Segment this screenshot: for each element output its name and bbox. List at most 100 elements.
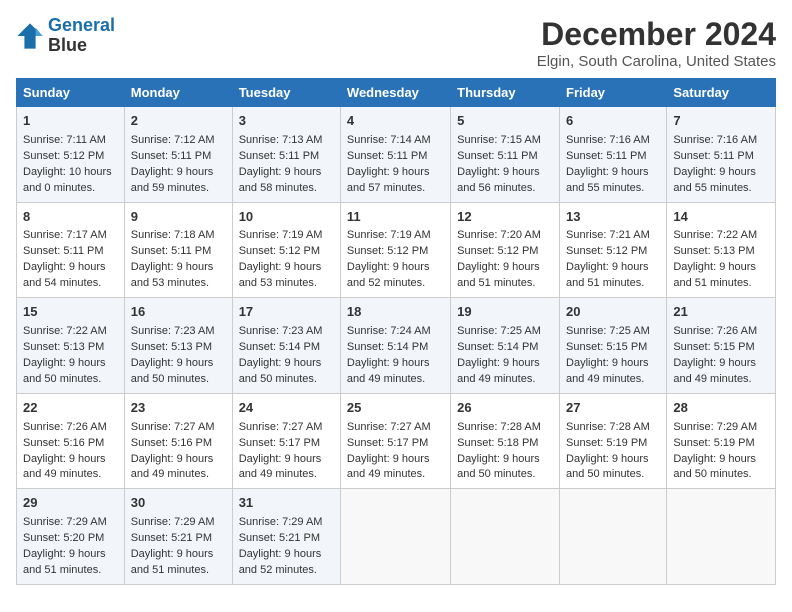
calendar-cell: 31Sunrise: 7:29 AMSunset: 5:21 PMDayligh… (232, 489, 340, 585)
calendar-cell: 28Sunrise: 7:29 AMSunset: 5:19 PMDayligh… (667, 393, 776, 489)
calendar-subtitle: Elgin, South Carolina, United States (537, 53, 776, 70)
calendar-cell: 3Sunrise: 7:13 AMSunset: 5:11 PMDaylight… (232, 107, 340, 203)
sunset-text: Sunset: 5:12 PM (347, 245, 428, 257)
header: General Blue December 2024 Elgin, South … (16, 16, 776, 70)
day-number: 4 (347, 112, 444, 131)
sunset-text: Sunset: 5:16 PM (131, 437, 212, 449)
daylight-text: Daylight: 9 hours and 59 minutes. (131, 166, 214, 194)
calendar-cell: 2 Sunrise: 7:12 AM Sunset: 5:11 PM Daylight… (124, 107, 232, 203)
sunrise-text: Sunrise: 7:29 AM (23, 516, 107, 528)
day-number: 16 (131, 303, 226, 322)
sunset-text: Sunset: 5:17 PM (347, 437, 428, 449)
day-header-saturday: Saturday (667, 79, 776, 107)
calendar-title: December 2024 (537, 16, 776, 53)
daylight-text: Daylight: 9 hours and 56 minutes. (457, 166, 540, 194)
week-row-1: 1 Sunrise: 7:11 AM Sunset: 5:12 PM Daylight… (17, 107, 776, 203)
calendar-cell: 27 Sunrise: 7:28 AM Sunset: 5:19 PM Dayligh… (560, 393, 667, 489)
day-number: 22 (23, 399, 118, 418)
sunset-text: Sunset: 5:12 PM (23, 150, 104, 162)
sunrise-text: Sunrise: 7:16 AM (566, 134, 650, 146)
sunrise-text: Sunrise: 7:14 AM (347, 134, 431, 146)
calendar-cell: 6Sunrise: 7:16 AMSunset: 5:11 PMDaylight… (560, 107, 667, 203)
sunset-text: Sunset: 5:21 PM (239, 532, 320, 544)
calendar-cell: 4Sunrise: 7:14 AMSunset: 5:11 PMDaylight… (340, 107, 450, 203)
sunrise-text: Sunrise: 7:11 AM (23, 134, 106, 146)
sunrise-text: Sunrise: 7:27 AM (347, 421, 431, 433)
calendar-cell: 9Sunrise: 7:18 AMSunset: 5:11 PMDaylight… (124, 202, 232, 298)
sunset-text: Sunset: 5:15 PM (673, 341, 754, 353)
day-number: 26 (457, 399, 553, 418)
sunset-text: Sunset: 5:15 PM (566, 341, 647, 353)
daylight-text: Daylight: 9 hours and 57 minutes. (347, 166, 430, 194)
daylight-text: Daylight: 9 hours and 50 minutes. (566, 453, 649, 481)
logo-icon (16, 22, 44, 50)
sunrise-text: Sunrise: 7:23 AM (131, 325, 215, 337)
calendar-cell: 23Sunrise: 7:27 AMSunset: 5:16 PMDayligh… (124, 393, 232, 489)
calendar-cell (340, 489, 450, 585)
daylight-text: Daylight: 9 hours and 51 minutes. (566, 261, 649, 289)
calendar-cell: 19Sunrise: 7:25 AMSunset: 5:14 PMDayligh… (451, 298, 560, 394)
calendar-cell: 10Sunrise: 7:19 AMSunset: 5:12 PMDayligh… (232, 202, 340, 298)
calendar-cell: 15Sunrise: 7:22 AMSunset: 5:13 PMDayligh… (17, 298, 125, 394)
day-number: 8 (23, 208, 118, 227)
day-number: 19 (457, 303, 553, 322)
day-number: 1 (23, 112, 118, 131)
day-number: 20 (566, 303, 660, 322)
sunset-text: Sunset: 5:11 PM (131, 150, 212, 162)
day-number: 27 (566, 399, 660, 418)
day-number: 12 (457, 208, 553, 227)
sunset-text: Sunset: 5:12 PM (566, 245, 647, 257)
sunrise-text: Sunrise: 7:26 AM (23, 421, 107, 433)
daylight-text: Daylight: 9 hours and 53 minutes. (239, 261, 322, 289)
day-number: 29 (23, 494, 118, 513)
sunrise-text: Sunrise: 7:28 AM (566, 421, 650, 433)
day-number: 21 (673, 303, 769, 322)
calendar-cell: 11Sunrise: 7:19 AMSunset: 5:12 PMDayligh… (340, 202, 450, 298)
day-number: 28 (673, 399, 769, 418)
calendar-cell: 5Sunrise: 7:15 AMSunset: 5:11 PMDaylight… (451, 107, 560, 203)
day-number: 2 (131, 112, 226, 131)
sunset-text: Sunset: 5:11 PM (457, 150, 538, 162)
calendar-cell: 16Sunrise: 7:23 AMSunset: 5:13 PMDayligh… (124, 298, 232, 394)
calendar-cell: 22Sunrise: 7:26 AMSunset: 5:16 PMDayligh… (17, 393, 125, 489)
day-number: 7 (673, 112, 769, 131)
calendar-cell (667, 489, 776, 585)
daylight-text: Daylight: 9 hours and 55 minutes. (566, 166, 649, 194)
sunset-text: Sunset: 5:14 PM (457, 341, 538, 353)
sunrise-text: Sunrise: 7:28 AM (457, 421, 541, 433)
sunset-text: Sunset: 5:20 PM (23, 532, 104, 544)
sunrise-text: Sunrise: 7:22 AM (23, 325, 107, 337)
day-number: 14 (673, 208, 769, 227)
calendar-cell: 13Sunrise: 7:21 AMSunset: 5:12 PMDayligh… (560, 202, 667, 298)
daylight-text: Daylight: 9 hours and 55 minutes. (673, 166, 756, 194)
day-number: 13 (566, 208, 660, 227)
daylight-text: Daylight: 9 hours and 49 minutes. (673, 357, 756, 385)
sunset-text: Sunset: 5:21 PM (131, 532, 212, 544)
calendar-cell (451, 489, 560, 585)
calendar-cell: 1Sunrise: 7:11 AMSunset: 5:12 PMDaylight… (17, 107, 125, 203)
sunset-text: Sunset: 5:19 PM (673, 437, 754, 449)
calendar-cell: 30Sunrise: 7:29 AMSunset: 5:21 PMDayligh… (124, 489, 232, 585)
calendar-cell: 25Sunrise: 7:27 AMSunset: 5:17 PMDayligh… (340, 393, 450, 489)
sunset-text: Sunset: 5:19 PM (566, 437, 647, 449)
daylight-text: Daylight: 9 hours and 50 minutes. (673, 453, 756, 481)
sunrise-text: Sunrise: 7:22 AM (673, 229, 757, 241)
daylight-text: Daylight: 9 hours and 54 minutes. (23, 261, 106, 289)
sunrise-text: Sunrise: 7:27 AM (239, 421, 323, 433)
daylight-text: Daylight: 9 hours and 50 minutes. (457, 453, 540, 481)
sunrise-text: Sunrise: 7:12 AM (131, 134, 215, 146)
sunrise-text: Sunrise: 7:29 AM (131, 516, 215, 528)
sunset-text: Sunset: 5:13 PM (23, 341, 104, 353)
sunset-text: Sunset: 5:18 PM (457, 437, 538, 449)
week-row-5: 29Sunrise: 7:29 AMSunset: 5:20 PMDayligh… (17, 489, 776, 585)
calendar-cell: 14Sunrise: 7:22 AMSunset: 5:13 PMDayligh… (667, 202, 776, 298)
day-header-monday: Monday (124, 79, 232, 107)
day-number: 24 (239, 399, 334, 418)
sunrise-text: Sunrise: 7:24 AM (347, 325, 431, 337)
daylight-text: Daylight: 9 hours and 49 minutes. (347, 453, 430, 481)
sunset-text: Sunset: 5:14 PM (347, 341, 428, 353)
sunrise-text: Sunrise: 7:13 AM (239, 134, 323, 146)
sunset-text: Sunset: 5:13 PM (673, 245, 754, 257)
sunrise-text: Sunrise: 7:26 AM (673, 325, 757, 337)
calendar-cell: 7Sunrise: 7:16 AMSunset: 5:11 PMDaylight… (667, 107, 776, 203)
